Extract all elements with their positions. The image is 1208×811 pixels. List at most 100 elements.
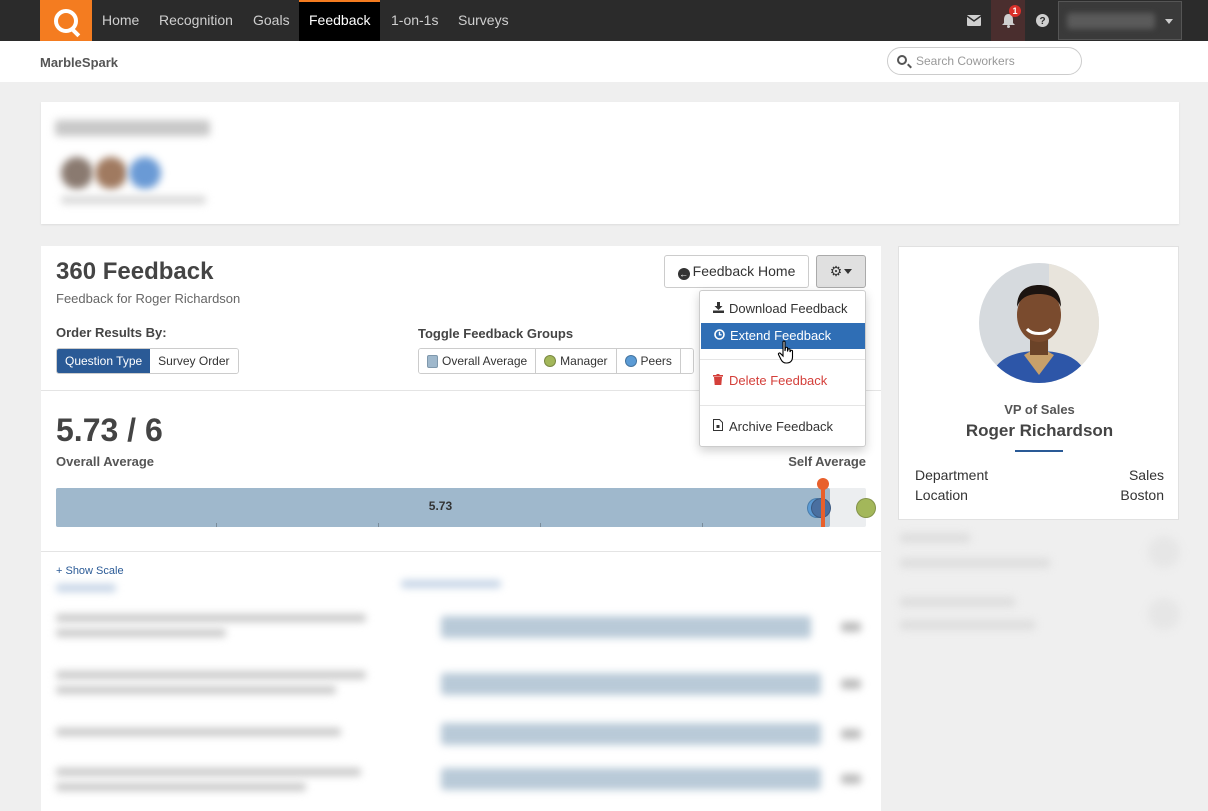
blurred-side-icon bbox=[1148, 598, 1180, 630]
order-results-label: Order Results By: bbox=[56, 325, 167, 340]
bar-tick bbox=[216, 523, 217, 527]
blurred-text bbox=[56, 584, 116, 592]
location-value: Boston bbox=[1120, 487, 1164, 503]
self-average-label: Self Average bbox=[788, 454, 866, 469]
toggle-label: Overall Average bbox=[442, 354, 528, 368]
user-menu[interactable] bbox=[1058, 1, 1182, 40]
blurred-question bbox=[56, 614, 366, 622]
menu-item-label: Archive Feedback bbox=[729, 419, 834, 434]
overall-swatch bbox=[427, 354, 438, 368]
archive-icon bbox=[712, 415, 724, 441]
manager-marker[interactable] bbox=[856, 497, 876, 518]
nav-goals[interactable]: Goals bbox=[243, 0, 300, 41]
bar-tick bbox=[702, 523, 703, 527]
toggle-manager[interactable]: Manager bbox=[536, 349, 617, 373]
search-input[interactable] bbox=[916, 53, 1076, 69]
gear-icon: ⚙ bbox=[829, 263, 843, 279]
chevron-down-icon bbox=[844, 269, 853, 274]
nav-surveys[interactable]: Surveys bbox=[448, 0, 519, 41]
toggle-peers[interactable]: Peers bbox=[616, 349, 681, 373]
blurred-value bbox=[841, 729, 861, 739]
search-icon bbox=[897, 55, 907, 65]
blurred-question bbox=[56, 686, 336, 694]
menu-delete-feedback[interactable]: Delete Feedback bbox=[700, 368, 865, 394]
score-bar: 5.73 bbox=[56, 478, 876, 527]
blurred-avatar bbox=[61, 157, 93, 189]
profile-department-row: Department Sales bbox=[915, 467, 1164, 483]
menu-item-label: Delete Feedback bbox=[729, 373, 828, 388]
top-navbar: Home Recognition Goals Feedback 1-on-1s … bbox=[0, 0, 1208, 41]
blurred-bar bbox=[441, 673, 821, 695]
menu-download-feedback[interactable]: Download Feedback bbox=[700, 296, 865, 322]
toggle-overall-average[interactable]: Overall Average bbox=[419, 349, 537, 373]
logo-icon bbox=[54, 8, 78, 33]
nav-feedback[interactable]: Feedback bbox=[299, 0, 381, 41]
settings-dropdown-button[interactable]: ⚙ bbox=[816, 255, 866, 288]
feedback-home-label: Feedback Home bbox=[692, 263, 796, 279]
blurred-value bbox=[841, 774, 861, 784]
arrow-left-circle-icon: ← bbox=[677, 268, 690, 280]
menu-divider bbox=[700, 405, 865, 406]
org-name: MarbleSpark bbox=[40, 55, 119, 70]
notifications-button[interactable]: 1 bbox=[991, 0, 1025, 41]
order-survey-order[interactable]: Survey Order bbox=[150, 349, 238, 373]
menu-item-label: Download Feedback bbox=[729, 301, 848, 316]
blurred-question bbox=[56, 629, 226, 637]
bar-tick bbox=[540, 523, 541, 527]
location-label: Location bbox=[915, 487, 968, 503]
nav-recognition[interactable]: Recognition bbox=[149, 0, 243, 41]
feedback-home-button[interactable]: ← Feedback Home bbox=[664, 255, 809, 288]
user-name-blurred bbox=[1067, 13, 1155, 29]
page-subtitle: Feedback for Roger Richardson bbox=[56, 291, 241, 306]
toggle-more[interactable] bbox=[680, 349, 693, 373]
toggle-label: Manager bbox=[560, 354, 608, 368]
blurred-side-text bbox=[900, 558, 1050, 568]
app-logo[interactable] bbox=[40, 0, 92, 41]
profile-avatar bbox=[979, 263, 1099, 383]
help-icon[interactable]: ? bbox=[1025, 0, 1059, 41]
profile-name: Roger Richardson bbox=[965, 421, 1114, 440]
overall-score: 5.73 / 6 bbox=[56, 412, 163, 448]
search-box[interactable] bbox=[887, 47, 1082, 75]
profile-card: VP of Sales Roger Richardson Department … bbox=[898, 246, 1179, 520]
page-title: 360 Feedback bbox=[56, 258, 214, 285]
blurred-text bbox=[401, 580, 501, 588]
bar-tick bbox=[378, 523, 379, 527]
department-value: Sales bbox=[1128, 467, 1164, 483]
blurred-question bbox=[56, 671, 366, 679]
menu-archive-feedback[interactable]: Archive Feedback bbox=[700, 414, 865, 440]
sub-header: MarbleSpark bbox=[0, 41, 1208, 82]
blurred-bar bbox=[441, 768, 821, 790]
blurred-value bbox=[841, 679, 861, 689]
download-icon bbox=[712, 297, 724, 323]
blurred-side-text bbox=[900, 597, 1015, 607]
profile-divider bbox=[1015, 450, 1063, 452]
blurred-side-icon bbox=[1148, 536, 1180, 568]
show-scale-link[interactable]: + Show Scale bbox=[56, 565, 124, 577]
svg-text:?: ? bbox=[1039, 16, 1045, 27]
manager-swatch bbox=[544, 355, 557, 367]
blurred-side-text bbox=[900, 620, 1035, 630]
toggle-label: Peers bbox=[640, 354, 672, 368]
divider bbox=[41, 551, 881, 552]
overall-average-label: Overall Average bbox=[56, 454, 155, 469]
chevron-down-icon bbox=[1165, 19, 1173, 24]
blurred-question bbox=[56, 783, 306, 791]
blurred-text bbox=[61, 196, 206, 204]
blurred-side-text bbox=[900, 533, 970, 543]
self-average-marker[interactable] bbox=[816, 478, 829, 490]
self-average-line bbox=[820, 484, 825, 527]
group-toggle: Overall Average Manager Peers bbox=[418, 348, 694, 374]
blurred-question bbox=[56, 768, 361, 776]
order-question-type[interactable]: Question Type bbox=[57, 349, 151, 373]
nav-home[interactable]: Home bbox=[92, 0, 149, 41]
blurred-bar bbox=[441, 723, 821, 745]
notification-badge: 1 bbox=[1009, 5, 1021, 17]
mail-icon[interactable] bbox=[957, 0, 991, 41]
clock-icon bbox=[713, 324, 725, 350]
hand-cursor-icon bbox=[777, 340, 794, 364]
blurred-value bbox=[841, 622, 861, 632]
nav-1on1s[interactable]: 1-on-1s bbox=[381, 0, 448, 41]
toggle-groups-label: Toggle Feedback Groups bbox=[418, 326, 574, 341]
profile-location-row: Location Boston bbox=[915, 487, 1164, 503]
